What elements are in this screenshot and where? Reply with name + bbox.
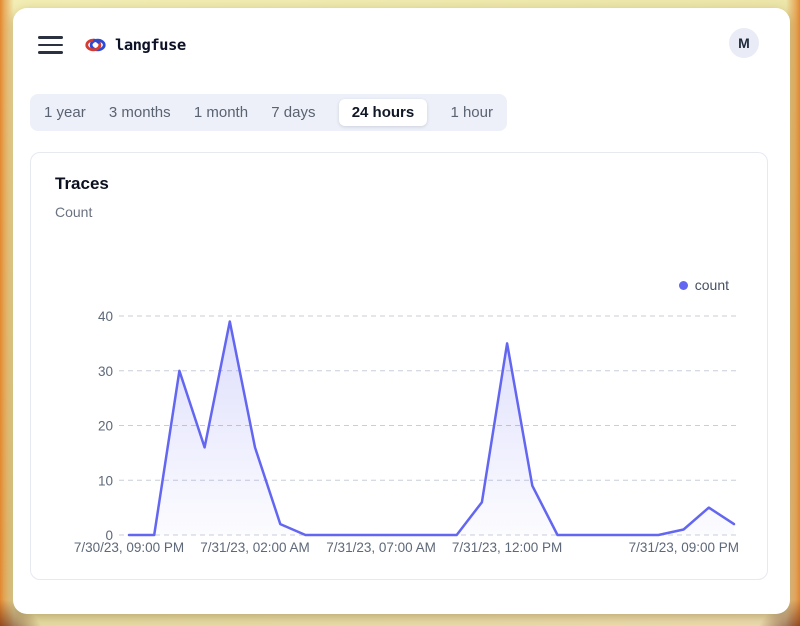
tab-1-year[interactable]: 1 year — [44, 104, 86, 121]
card-subtitle: Count — [55, 204, 92, 220]
avatar[interactable]: M — [729, 28, 759, 58]
traces-chart-svg[interactable]: 0102030407/30/23, 09:00 PM7/31/23, 02:00… — [31, 295, 767, 565]
y-tick-label: 10 — [98, 473, 113, 488]
y-tick-label: 20 — [98, 419, 113, 434]
app-window: langfuse M 1 year 3 months 1 month 7 days 24… — [13, 8, 790, 614]
traces-card: Traces Count count 0102030407/30/23, 09:… — [30, 152, 768, 580]
time-range-tabs: 1 year 3 months 1 month 7 days 24 hours 1 hou… — [30, 94, 507, 131]
x-tick-label: 7/30/23, 09:00 PM — [74, 540, 184, 555]
desktop-background: langfuse M 1 year 3 months 1 month 7 days 24… — [0, 0, 800, 626]
hamburger-icon — [38, 36, 63, 39]
tab-1-hour[interactable]: 1 hour — [450, 104, 493, 121]
menu-button[interactable] — [38, 36, 63, 54]
count-area-fill — [129, 322, 734, 536]
langfuse-logo-icon — [85, 37, 106, 53]
y-tick-label: 30 — [98, 364, 113, 379]
tab-7-days[interactable]: 7 days — [271, 104, 315, 121]
card-title: Traces — [55, 174, 109, 194]
chart-legend: count — [679, 277, 729, 293]
tab-24-hours[interactable]: 24 hours — [339, 99, 428, 126]
x-tick-label: 7/31/23, 09:00 PM — [629, 540, 739, 555]
x-tick-label: 7/31/23, 07:00 AM — [326, 540, 436, 555]
x-tick-label: 7/31/23, 12:00 PM — [452, 540, 562, 555]
x-tick-label: 7/31/23, 02:00 AM — [200, 540, 310, 555]
tab-1-month[interactable]: 1 month — [194, 104, 248, 121]
legend-label: count — [695, 277, 729, 293]
topbar: langfuse M — [13, 8, 790, 80]
legend-dot — [679, 281, 688, 290]
brand-name: langfuse — [115, 36, 186, 54]
tab-3-months[interactable]: 3 months — [109, 104, 171, 121]
y-tick-label: 40 — [98, 309, 113, 324]
brand[interactable]: langfuse — [85, 33, 186, 57]
